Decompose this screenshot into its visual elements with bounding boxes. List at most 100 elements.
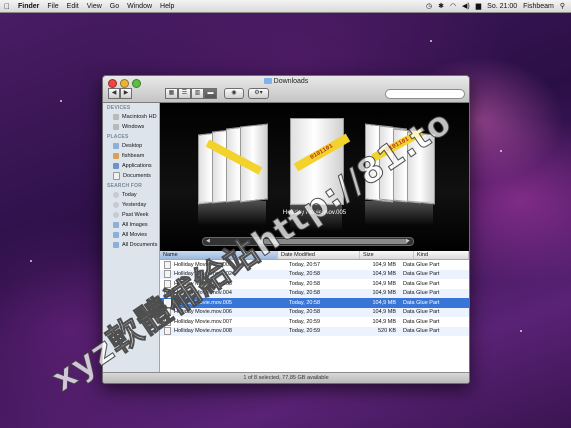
sidebar-section-devices: DEVICES xyxy=(107,105,131,111)
flag-icon[interactable]: ▆ xyxy=(476,2,481,10)
hard-drive-icon xyxy=(113,114,119,120)
menubar-user[interactable]: Fishbeam xyxy=(523,3,554,10)
star xyxy=(60,100,62,102)
row-size: 104,9 MB xyxy=(372,261,396,268)
volume-icon[interactable]: ◀) xyxy=(462,2,470,10)
row-kind: Data Glue Part xyxy=(403,280,440,287)
row-name: Holliday Movie.mov.002 xyxy=(174,271,232,278)
sidebar-item-today[interactable]: Today xyxy=(103,190,159,200)
row-kind: Data Glue Part xyxy=(403,299,440,306)
row-size: 104,9 MB xyxy=(372,309,396,316)
star xyxy=(520,330,522,332)
clock-icon xyxy=(113,212,119,218)
sidebar-item-macintosh-hd[interactable]: Macintosh HD xyxy=(103,112,159,122)
row-kind: Data Glue Part xyxy=(403,271,440,278)
file-icon xyxy=(164,289,171,298)
sidebar-item-past-week[interactable]: Past Week xyxy=(103,210,159,220)
menu-file[interactable]: File xyxy=(43,3,62,10)
file-icon xyxy=(164,327,171,336)
sidebar-item-yesterday[interactable]: Yesterday xyxy=(103,200,159,210)
row-name: Holliday Movie.mov.006 xyxy=(174,309,232,316)
cover-flow-view-button[interactable]: ▬ xyxy=(204,88,217,99)
scroll-right-icon[interactable]: ▶ xyxy=(406,238,410,245)
list-header: Name Date Modified Size Kind xyxy=(160,251,469,260)
wifi-icon[interactable]: ◠ xyxy=(450,2,456,10)
bluetooth-icon[interactable]: ✱ xyxy=(438,2,444,10)
action-menu-button[interactable]: ⚙▾ xyxy=(248,88,269,99)
file-icon xyxy=(164,270,171,279)
apple-menu-icon[interactable]:  xyxy=(0,2,14,11)
desktop-icon xyxy=(113,143,119,149)
sidebar-item-documents[interactable]: Documents xyxy=(103,171,159,181)
sidebar-item-fishbeam[interactable]: fishbeam xyxy=(103,151,159,161)
sidebar-item-desktop[interactable]: Desktop xyxy=(103,141,159,151)
row-size: 104,9 MB xyxy=(372,290,396,297)
clock-icon xyxy=(113,202,119,208)
table-row[interactable]: Holliday Movie.mov.001 Today, 20:57 104,9 … xyxy=(160,260,469,270)
cover-flow-scroll-thumb[interactable] xyxy=(258,239,408,244)
sidebar-item-all-images[interactable]: All Images xyxy=(103,220,159,230)
list-rows: Holliday Movie.mov.001 Today, 20:57 104,9 … xyxy=(160,260,469,336)
sidebar-section-places: PLACES xyxy=(107,134,129,140)
folder-icon xyxy=(263,78,272,84)
sidebar-item-all-movies[interactable]: All Movies xyxy=(103,230,159,240)
row-name: Holliday Movie.mov.004 xyxy=(174,290,232,297)
file-cover[interactable] xyxy=(407,131,435,205)
file-icon xyxy=(164,279,171,288)
sidebar-item-applications[interactable]: Applications xyxy=(103,161,159,171)
star xyxy=(430,40,432,42)
table-row[interactable]: Holliday Movie.mov.002 Today, 20:58 104,9 … xyxy=(160,269,469,279)
row-size: 104,9 MB xyxy=(372,318,396,325)
scroll-left-icon[interactable]: ◀ xyxy=(206,238,210,245)
row-size: 520 KB xyxy=(377,328,396,335)
table-row[interactable]: Holliday Movie.mov.003 Today, 20:58 104,9 … xyxy=(160,279,469,289)
list-view-button[interactable]: ☰ xyxy=(178,88,191,99)
time-machine-icon[interactable]: ◷ xyxy=(426,2,432,10)
column-header-size[interactable]: Size xyxy=(360,251,414,259)
table-row-selected[interactable]: Holliday Movie.mov.005 Today, 20:58 104,9 … xyxy=(160,298,469,308)
back-button[interactable]: ◀ xyxy=(108,88,120,99)
cover-flow[interactable]: 0101101 0101101 Holliday Movie.mov.005 ◀… xyxy=(160,103,469,251)
spotlight-icon[interactable]: ⚲ xyxy=(560,2,565,10)
menu-window[interactable]: Window xyxy=(123,3,156,10)
table-row[interactable]: Holliday Movie.mov.004 Today, 20:58 104,9 … xyxy=(160,288,469,298)
row-name: Holliday Movie.mov.003 xyxy=(174,280,232,287)
menu-edit[interactable]: Edit xyxy=(63,3,83,10)
table-row[interactable]: Holliday Movie.mov.008 Today, 20:59 520 KB… xyxy=(160,326,469,336)
menu-finder[interactable]: Finder xyxy=(14,3,43,10)
row-size: 104,9 MB xyxy=(372,280,396,287)
menu-go[interactable]: Go xyxy=(106,3,123,10)
column-header-kind[interactable]: Kind xyxy=(414,251,469,259)
file-list: Name Date Modified Size Kind Holliday Mo… xyxy=(160,251,469,372)
cover-flow-title: Holliday Movie.mov.005 xyxy=(282,210,347,216)
file-icon xyxy=(164,260,171,269)
row-date: Today, 20:58 xyxy=(289,271,321,278)
search-field[interactable] xyxy=(385,89,465,99)
row-name: Holliday Movie.mov.008 xyxy=(174,328,232,335)
row-kind: Data Glue Part xyxy=(403,261,440,268)
column-view-button[interactable]: ▥ xyxy=(191,88,204,99)
sidebar-item-windows[interactable]: Windows xyxy=(103,122,159,132)
smart-folder-icon xyxy=(113,242,119,248)
title-bar[interactable]: Downloads ◀ ▶ ▦ ☰ ▥ ▬ ◉ ⚙▾ xyxy=(103,76,469,103)
column-header-name[interactable]: Name xyxy=(160,251,278,259)
sidebar-item-all-documents[interactable]: All Documents xyxy=(103,240,159,250)
window-title: Downloads xyxy=(103,78,469,85)
menu-help[interactable]: Help xyxy=(156,3,178,10)
cover-flow-scrollbar[interactable]: ◀ ▶ xyxy=(202,237,414,246)
sidebar: DEVICES Macintosh HD Windows PLACES Desk… xyxy=(103,103,160,372)
forward-button[interactable]: ▶ xyxy=(120,88,132,99)
row-date: Today, 20:58 xyxy=(289,309,321,316)
menubar-clock[interactable]: So. 21:00 xyxy=(487,3,517,10)
row-kind: Data Glue Part xyxy=(403,290,440,297)
file-icon xyxy=(164,308,171,317)
smart-folder-icon xyxy=(113,232,119,238)
quick-look-button[interactable]: ◉ xyxy=(224,88,244,99)
row-kind: Data Glue Part xyxy=(403,318,440,325)
icon-view-button[interactable]: ▦ xyxy=(165,88,178,99)
column-header-date-modified[interactable]: Date Modified xyxy=(278,251,360,259)
row-kind: Data Glue Part xyxy=(403,309,440,316)
menu-view[interactable]: View xyxy=(83,3,106,10)
table-row[interactable]: Holliday Movie.mov.006 Today, 20:58 104,9 … xyxy=(160,307,469,317)
table-row[interactable]: Holliday Movie.mov.007 Today, 20:59 104,9 … xyxy=(160,317,469,327)
